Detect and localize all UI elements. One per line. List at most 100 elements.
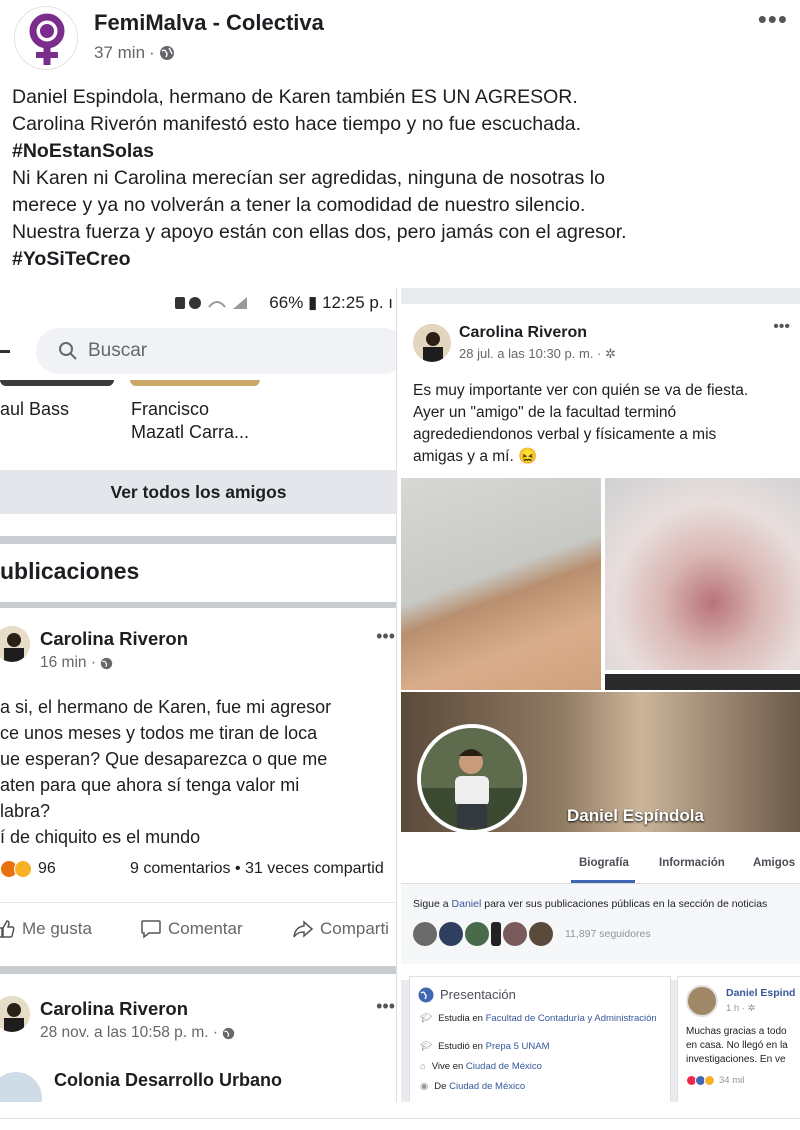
info-link[interactable]: Ciudad de México <box>449 1081 525 1092</box>
section-title: ublicaciones <box>0 558 140 584</box>
followers-row[interactable]: 11,897 seguidores <box>413 922 651 946</box>
post-time[interactable]: 37 min <box>94 43 145 63</box>
follower-avatar <box>465 922 489 946</box>
author-avatar[interactable] <box>0 626 30 662</box>
active-tab-indicator <box>571 880 635 883</box>
search-row: Buscar <box>0 324 396 380</box>
location-pin-icon: ◉ <box>420 1081 429 1092</box>
profile-picture[interactable] <box>417 724 527 834</box>
author-avatar[interactable] <box>0 996 30 1032</box>
presentation-card: Presentación 🎓︎ Estudia en Facultad de C… <box>409 976 671 1102</box>
thumbs-up-icon <box>0 919 15 938</box>
post-meta: 28 nov. a las 10:58 p. m. · <box>40 1024 235 1042</box>
see-all-friends-button[interactable]: Ver todos los amigos <box>0 470 396 514</box>
follow-message: Sigue a Daniel para ver sus publicacione… <box>413 898 768 910</box>
post-author[interactable]: Carolina Riveron <box>459 324 587 342</box>
profile-tabs: Biografía Información Amigos <box>401 844 800 884</box>
globe-icon <box>100 657 113 669</box>
divider <box>0 536 396 544</box>
hashtag-link[interactable]: #NoEstanSolas <box>12 138 792 165</box>
place-name[interactable]: Colonia Desarrollo Urbano <box>54 1070 282 1091</box>
action-bar: Me gusta Comentar Comparti <box>0 902 396 954</box>
post-time[interactable]: 16 min · <box>40 654 96 672</box>
page-name[interactable]: FemiMalva - Colectiva <box>94 10 324 36</box>
post-author[interactable]: Carolina Riveron <box>40 628 188 650</box>
post-text: Es muy importante ver con quién se va de… <box>413 382 749 465</box>
friend-post: Carolina Riveron 28 nov. a las 10:58 p. … <box>0 982 396 1102</box>
post-options-button[interactable]: ••• <box>376 996 395 1017</box>
profile-name[interactable]: Daniel Espíndola <box>567 806 704 826</box>
like-button[interactable]: Me gusta <box>0 919 92 939</box>
follower-avatar <box>439 922 463 946</box>
bruise-photo[interactable] <box>605 478 800 670</box>
post-line: Nuestra fuerza y apoyo están con ellas d… <box>12 221 627 243</box>
share-button[interactable]: Comparti <box>292 919 389 939</box>
post-line: merece y ya no volverán a tener la comod… <box>12 194 586 216</box>
post-time[interactable]: 1 h · ✲ <box>726 1003 756 1014</box>
status-text: 66% ▮ 12:25 p. ı <box>269 293 393 312</box>
post-text: a si, el hermano de Karen, fue mi agreso… <box>0 697 332 847</box>
post-author[interactable]: Daniel Espind <box>726 987 795 999</box>
post-line: Daniel Espindola, hermano de Karen tambi… <box>12 86 578 108</box>
right-screenshot: Carolina Riveron 28 jul. a las 10:30 p. … <box>401 288 800 1102</box>
info-item: ⌂ Vive en Ciudad de México <box>420 1061 542 1072</box>
graduation-icon: 🎓︎ <box>420 1013 433 1024</box>
comment-icon <box>141 919 161 939</box>
post-time[interactable]: 28 jul. a las 10:30 p. m. · ✲ <box>459 346 616 362</box>
notification-icons <box>175 297 248 309</box>
comment-button[interactable]: Comentar <box>140 919 243 939</box>
post-line: Ni Karen ni Carolina merecían ser agredi… <box>12 167 605 189</box>
globe-icon <box>159 46 174 60</box>
follower-avatar <box>413 922 437 946</box>
followers-count: 11,897 seguidores <box>565 928 651 940</box>
tab-biografia[interactable]: Biografía <box>579 857 629 869</box>
follow-name-link[interactable]: Daniel <box>452 898 482 910</box>
search-placeholder: Buscar <box>88 340 148 361</box>
friend-photo[interactable] <box>0 380 114 386</box>
photo-strip <box>605 674 800 690</box>
info-link[interactable]: Facultad de Contaduría y Administración <box>486 1013 657 1024</box>
info-link[interactable]: Prepa 5 UNAM <box>486 1041 550 1052</box>
post-line: Carolina Riverón manifestó esto hace tie… <box>12 113 582 135</box>
tab-informacion[interactable]: Información <box>659 857 725 869</box>
info-item: 🎓︎ Estudia en Facultad de Contaduría y A… <box>420 1013 657 1024</box>
profile-post-card: Daniel Espind 1 h · ✲ Muchas gracias a t… <box>677 976 800 1102</box>
friend-name[interactable]: Francisco Mazatl Carra... <box>131 398 249 444</box>
tab-amigos[interactable]: Amigos <box>753 857 795 869</box>
share-icon <box>293 919 314 938</box>
follow-strip: Sigue a Daniel para ver sus publicacione… <box>401 884 800 964</box>
place-thumbnail[interactable] <box>0 1072 42 1102</box>
reaction-summary[interactable]: 96 9 comentarios • 31 veces compartid <box>0 860 396 878</box>
graduation-icon: 🎓︎ <box>420 1041 433 1052</box>
follower-avatar <box>491 922 501 946</box>
arm-photo[interactable] <box>401 478 601 690</box>
post-time[interactable]: 28 nov. a las 10:58 p. m. · <box>40 1024 218 1042</box>
friends-row: aul Bass Francisco Mazatl Carra... <box>0 380 396 460</box>
hashtag-link[interactable]: #YoSiTeCreo <box>12 246 792 273</box>
reaction-count: 96 <box>38 860 56 877</box>
divider <box>0 602 396 608</box>
friend-name[interactable]: aul Bass <box>0 398 69 421</box>
author-avatar[interactable] <box>686 985 718 1017</box>
left-screenshot: 66% ▮ 12:25 p. ı Buscar aul Bass Francis… <box>0 288 397 1102</box>
post-options-button[interactable]: ••• <box>376 626 395 647</box>
back-icon[interactable] <box>0 350 10 353</box>
friend-post: Carolina Riveron 16 min · ••• a si, el h… <box>0 618 396 978</box>
comments-shares[interactable]: 9 comentarios • 31 veces compartid <box>130 860 384 878</box>
info-item: ◉ De Ciudad de México <box>420 1081 526 1092</box>
reaction-summary[interactable]: 34 mil <box>686 1075 744 1086</box>
author-avatar[interactable] <box>413 324 451 362</box>
divider <box>0 966 396 974</box>
post-options-button[interactable]: ••• <box>758 4 788 35</box>
venus-logo-icon <box>29 13 65 65</box>
post-meta: 16 min · <box>40 654 113 672</box>
info-link[interactable]: Ciudad de México <box>466 1061 542 1072</box>
sad-reaction-icon <box>14 860 32 878</box>
follower-avatar <box>529 922 553 946</box>
page-avatar[interactable] <box>14 6 78 70</box>
follower-avatar <box>503 922 527 946</box>
post-options-button[interactable]: ••• <box>773 318 790 336</box>
post-author[interactable]: Carolina Riveron <box>40 998 188 1020</box>
friend-photo[interactable] <box>130 380 260 386</box>
search-input[interactable]: Buscar <box>36 328 396 374</box>
